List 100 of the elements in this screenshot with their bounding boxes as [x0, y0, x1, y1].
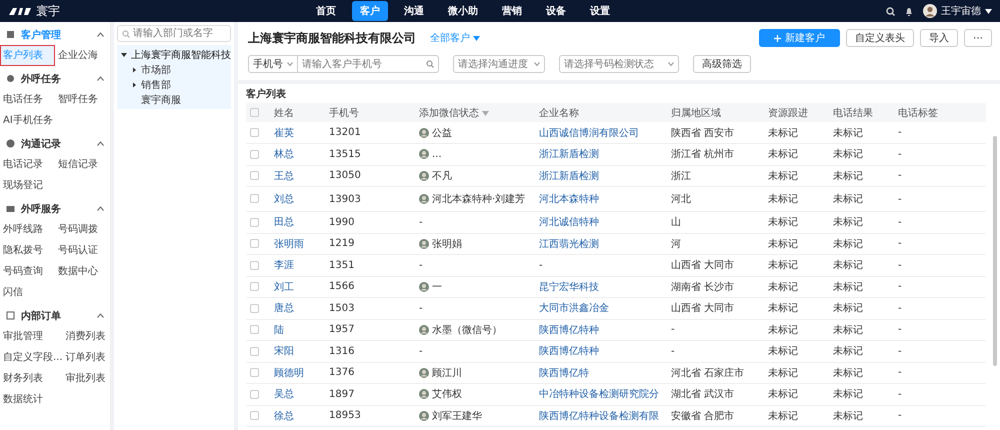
- company-link[interactable]: 陕西博亿特种: [539, 324, 599, 336]
- menu-item[interactable]: 闪信: [0, 282, 55, 303]
- customer-name-link[interactable]: 李涯: [274, 260, 294, 272]
- chevron-up-icon[interactable]: [97, 32, 104, 37]
- tree-node-label[interactable]: 上海寰宇商服智能科技: [131, 48, 231, 62]
- company-link[interactable]: 中冶特种设备检测研究院分: [539, 389, 659, 400]
- row-checkbox[interactable]: [250, 390, 259, 399]
- customer-name-link[interactable]: 王总: [274, 170, 294, 182]
- company-link[interactable]: 陕西博亿特: [539, 368, 589, 379]
- company-link[interactable]: 山西诚信博润有限公司: [539, 128, 639, 138]
- company-link[interactable]: 浙江新盾检测: [539, 149, 599, 160]
- nav-tab[interactable]: 沟通: [396, 1, 432, 21]
- table-cell: 安徽省 合肥市: [667, 405, 764, 426]
- menu-group-title[interactable]: 外呼服务: [21, 202, 91, 216]
- nav-tab[interactable]: 设置: [582, 1, 618, 21]
- menu-item[interactable]: 号码调拨: [55, 219, 110, 240]
- menu-item[interactable]: 短信记录: [55, 154, 110, 175]
- chevron-up-icon[interactable]: [97, 313, 104, 318]
- tree-node-label[interactable]: 市场部: [141, 62, 171, 76]
- company-link[interactable]: 江西翡光检测: [539, 238, 599, 250]
- search-icon[interactable]: [886, 6, 895, 16]
- row-checkbox[interactable]: [250, 218, 259, 227]
- company-link[interactable]: 河北本森特种: [539, 194, 599, 205]
- menu-item[interactable]: 数据中心: [55, 261, 110, 282]
- caret-right-icon[interactable]: [130, 80, 138, 88]
- customer-name-link[interactable]: 林总: [274, 149, 294, 160]
- row-checkbox[interactable]: [250, 346, 259, 356]
- tree-node-label[interactable]: 销售部: [141, 78, 171, 92]
- menu-item[interactable]: 订单列表: [62, 347, 110, 368]
- customer-name-link[interactable]: 崔英: [274, 128, 294, 138]
- status-select[interactable]: 请选择号码检测状态: [559, 55, 679, 73]
- menu-item[interactable]: AI手机任务: [0, 110, 55, 131]
- row-checkbox[interactable]: [250, 282, 259, 292]
- caret-right-icon[interactable]: [130, 66, 138, 74]
- row-checkbox[interactable]: [250, 171, 259, 180]
- toolbar-button[interactable]: ⋯: [964, 29, 992, 47]
- row-checkbox[interactable]: [250, 368, 259, 378]
- menu-item[interactable]: 审批管理: [0, 326, 63, 347]
- row-checkbox[interactable]: [250, 128, 259, 137]
- chevron-up-icon[interactable]: [97, 141, 104, 146]
- table-cell: 未标记: [764, 212, 829, 233]
- menu-item[interactable]: 隐私拨号: [0, 240, 55, 261]
- company-link[interactable]: 陕西博亿特种设备检测有限: [539, 410, 659, 422]
- menu-item[interactable]: 审批列表: [62, 368, 110, 389]
- menu-item[interactable]: 电话任务: [0, 89, 55, 110]
- customer-name-link[interactable]: 张明雨: [274, 238, 304, 250]
- field-type-select[interactable]: 手机号: [248, 55, 298, 73]
- menu-item[interactable]: 号码查询: [0, 261, 55, 282]
- nav-tab[interactable]: 首页: [308, 1, 344, 21]
- menu-item[interactable]: 数据统计: [0, 389, 63, 410]
- toolbar-button[interactable]: 自定义表头: [846, 29, 914, 47]
- column-header[interactable]: 添加微信状态: [415, 103, 535, 122]
- row-checkbox[interactable]: [250, 239, 259, 248]
- company-link[interactable]: 浙江新盾检测: [539, 170, 599, 182]
- menu-group-title[interactable]: 外呼任务: [21, 72, 91, 86]
- customer-name-link[interactable]: 顾德明: [274, 368, 304, 379]
- bell-icon[interactable]: [905, 6, 913, 16]
- chevron-up-icon[interactable]: [97, 206, 104, 211]
- customer-name-link[interactable]: 唐总: [274, 303, 294, 314]
- menu-item[interactable]: 消费列表: [62, 326, 110, 347]
- customer-name-link[interactable]: 陆: [274, 324, 284, 336]
- company-link[interactable]: 昆宁宏华科技: [539, 282, 599, 293]
- user-name[interactable]: 王宇宙德: [941, 4, 981, 18]
- row-checkbox[interactable]: [250, 194, 259, 204]
- nav-tab[interactable]: 营销: [494, 1, 530, 21]
- row-checkbox[interactable]: [250, 325, 259, 334]
- menu-item[interactable]: 号码认证: [55, 240, 110, 261]
- customer-name-link[interactable]: 吴总: [274, 389, 294, 400]
- menu-item[interactable]: 电话记录: [0, 154, 55, 175]
- menu-group-title[interactable]: 沟通记录: [21, 136, 91, 150]
- menu-item[interactable]: 外呼线路: [0, 219, 55, 240]
- customer-name-link[interactable]: 田总: [274, 217, 294, 228]
- menu-item[interactable]: 财务列表: [0, 368, 63, 389]
- company-link[interactable]: -: [539, 260, 543, 271]
- menu-group-title[interactable]: 内部订单: [21, 308, 91, 322]
- select-all-checkbox[interactable]: [250, 108, 259, 117]
- avatar-icon[interactable]: [923, 4, 937, 18]
- row-checkbox[interactable]: [250, 411, 259, 420]
- customer-name-link[interactable]: 刘总: [274, 194, 294, 205]
- advanced-filter-button[interactable]: 高级筛选: [693, 55, 751, 73]
- row-checkbox[interactable]: [250, 304, 259, 313]
- caret-down-icon[interactable]: [120, 50, 128, 58]
- customer-name-link[interactable]: 宋阳: [274, 346, 294, 358]
- company-link[interactable]: 陕西博亿特种: [539, 346, 599, 358]
- nav-tab[interactable]: 微小助: [440, 1, 486, 21]
- nav-tab[interactable]: 设备: [538, 1, 574, 21]
- menu-item[interactable]: 企业公海: [55, 45, 110, 66]
- toolbar-button[interactable]: 导入: [920, 29, 958, 47]
- company-link[interactable]: 大同市洪鑫冶金: [539, 303, 609, 314]
- company-link[interactable]: 河北诚信特种: [539, 217, 599, 228]
- menu-item[interactable]: 自定义字段...: [0, 347, 63, 368]
- row-checkbox[interactable]: [250, 260, 259, 270]
- menu-item[interactable]: 智呼任务: [55, 89, 110, 110]
- chevron-up-icon[interactable]: [97, 76, 104, 81]
- menu-item[interactable]: 现场登记: [0, 175, 55, 196]
- customer-name-link[interactable]: 徐总: [274, 410, 294, 422]
- tree-node-label[interactable]: 寰宇商服: [141, 92, 181, 106]
- customer-name-link[interactable]: 刘工: [274, 282, 294, 293]
- row-checkbox[interactable]: [250, 150, 259, 159]
- scrollbar[interactable]: [993, 136, 997, 366]
